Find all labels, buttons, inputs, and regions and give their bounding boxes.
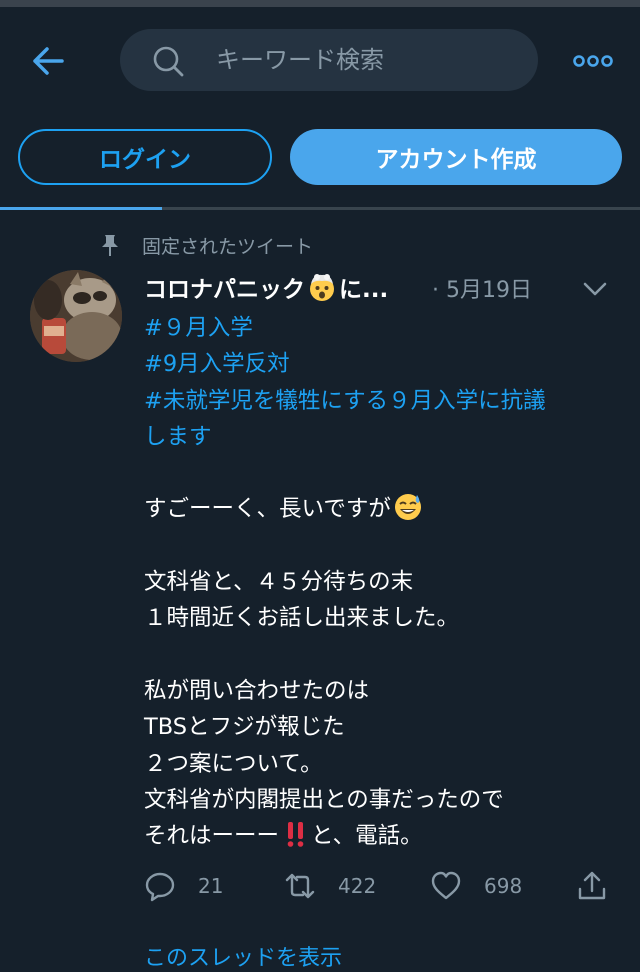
tweet-text: #９月入学 #9月入学反対 #未就学児を犠牲にする９月入学に抗議 します すごー…: [144, 310, 624, 854]
retweet-count: 422: [338, 874, 377, 898]
share-icon: [578, 871, 606, 900]
author-name-suffix: に...: [339, 277, 389, 303]
like-button[interactable]: 698: [430, 866, 522, 906]
avatar[interactable]: [30, 270, 122, 362]
tweet-line: と、電話。: [311, 823, 423, 850]
exploding-head-emoji: [310, 274, 334, 301]
create-account-button[interactable]: アカウント作成: [290, 129, 622, 185]
retweet-icon: [285, 873, 315, 899]
tweet-line: 文科省と、４５分待ちの末: [144, 569, 414, 596]
sweat-smile-emoji: [394, 494, 421, 521]
header-bar: [0, 7, 640, 115]
tweet-menu-button[interactable]: [580, 276, 610, 302]
heart-icon: [431, 871, 461, 900]
tweet-line: ２つ案について。: [144, 750, 323, 777]
arrow-left-icon: [33, 47, 64, 75]
more-button[interactable]: [572, 51, 614, 71]
pinned-tweet-label: 固定されたツイート: [100, 230, 313, 260]
pinned-text: 固定されたツイート: [142, 235, 314, 258]
reply-button[interactable]: 21: [144, 866, 223, 906]
like-count: 698: [484, 874, 523, 898]
author-name[interactable]: コロナパニック に...: [144, 270, 388, 304]
author-name-prefix: コロナパニック: [144, 277, 305, 303]
tweet-line: 文科省が内閣提出との事だったので: [144, 786, 504, 813]
tweet-line: それはーーー: [144, 823, 280, 850]
more-dots-icon: [573, 55, 613, 67]
search-box[interactable]: [120, 29, 538, 91]
cat-photo-image: [30, 270, 122, 362]
reply-count: 21: [198, 874, 224, 898]
hashtag-link-continuation[interactable]: します: [144, 424, 212, 450]
tweet-line: 私が問い合わせたのは: [144, 677, 370, 704]
tab-active-indicator: [0, 207, 162, 210]
retweet-button[interactable]: 422: [284, 866, 376, 906]
show-thread-link[interactable]: このスレッドを表示: [144, 940, 342, 972]
hashtag-link[interactable]: #未就学児を犠牲にする９月入学に抗議: [144, 388, 546, 414]
hashtag-link[interactable]: #9月入学反対: [144, 351, 290, 377]
login-button[interactable]: ログイン: [18, 129, 272, 185]
search-icon: [153, 46, 184, 77]
tweet-line: すごーーく、長いですが: [144, 496, 391, 523]
share-button[interactable]: [576, 866, 630, 906]
tweet-date[interactable]: · 5月19日: [432, 272, 532, 304]
tweet-line: １時間近くお話し出来ました。: [144, 605, 460, 632]
tweet-line: TBSとフジが報じた: [144, 714, 345, 741]
auth-buttons: ログイン アカウント作成: [0, 129, 640, 187]
double-exclamation-emoji: [287, 822, 304, 847]
reply-icon: [145, 872, 175, 902]
tweet-header: コロナパニック に... · 5月19日: [144, 270, 624, 308]
search-input[interactable]: [216, 29, 516, 91]
status-bar-strip: [0, 0, 640, 7]
chevron-down-icon: [583, 282, 607, 296]
pin-icon: [102, 235, 118, 256]
back-button[interactable]: [26, 41, 70, 81]
hashtag-link[interactable]: #９月入学: [144, 315, 253, 341]
tweet-actions: 21 422 698: [144, 866, 624, 906]
